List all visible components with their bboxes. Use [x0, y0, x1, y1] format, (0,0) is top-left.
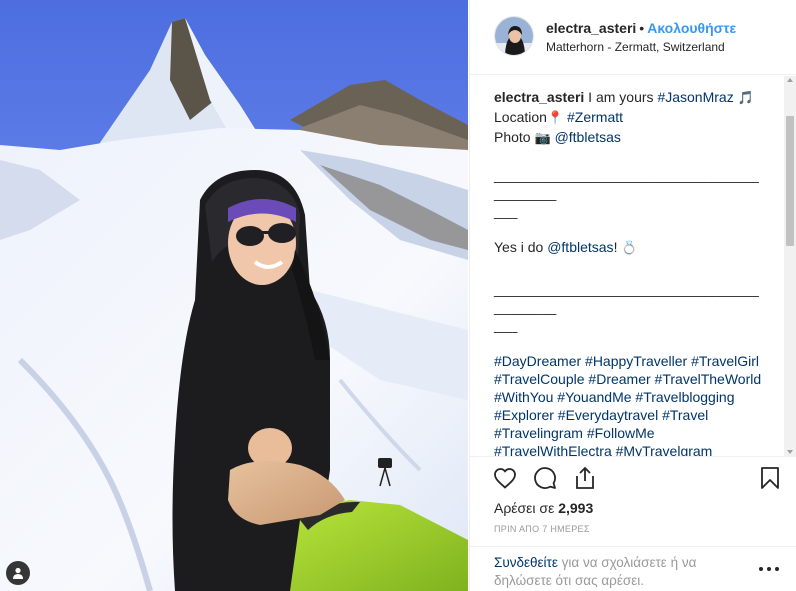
divider-line: ________________________________________… [494, 167, 759, 201]
more-options-button[interactable] [759, 564, 779, 574]
post-actions: Αρέσει σε 2,993 ΠΡΙΝ ΑΠΟ 7 ΗΜΕΡΕΣ [470, 456, 796, 546]
pin-icon: 📍 [546, 111, 564, 126]
divider-line-tail: ___ [494, 203, 518, 219]
mention-link[interactable]: @ftbletsas [547, 239, 613, 255]
caption-text: I am yours [584, 89, 658, 105]
comments-area[interactable]: electra_asteri I am yours #JasonMraz 🎵 L… [470, 76, 796, 456]
likes-number: 2,993 [558, 500, 594, 516]
scroll-down-arrow-icon[interactable] [787, 450, 793, 454]
likes-prefix: Αρέσει σε [494, 500, 559, 516]
divider-line: ________________________________________… [494, 281, 759, 315]
mention-link[interactable]: @ftbletsas [555, 129, 621, 145]
location-link[interactable]: Matterhorn - Zermatt, Switzerland [546, 40, 725, 54]
hashtag-list[interactable]: #DayDreamer #HappyTraveller #TravelGirl … [494, 352, 764, 456]
like-button[interactable] [492, 465, 518, 491]
hashtag-link[interactable]: #JasonMraz [657, 89, 733, 105]
caption-text: Yes i do [494, 239, 548, 255]
post-timestamp[interactable]: ΠΡΙΝ ΑΠΟ 7 ΗΜΕΡΕΣ [494, 524, 590, 534]
save-button[interactable] [757, 465, 783, 491]
camera-icon: 📷 [534, 131, 551, 146]
comments-scrollbar[interactable] [784, 76, 796, 456]
caption-text: Photo [494, 129, 535, 145]
avatar-image [495, 17, 533, 55]
heart-icon [494, 468, 516, 489]
login-prompt: Συνδεθείτε για να σχολιάσετε ή να δηλώσε… [470, 546, 796, 591]
user-tags-button[interactable] [6, 561, 30, 585]
matterhorn-couple-photo [0, 0, 468, 591]
post-side-panel: electra_asteri • Ακολουθήστε Matterhorn - … [469, 0, 796, 591]
share-icon [576, 466, 594, 489]
caption-text: ! [613, 239, 618, 255]
post-photo[interactable] [0, 0, 468, 591]
login-link[interactable]: Συνδεθείτε [494, 555, 558, 570]
person-icon [13, 567, 23, 579]
separator-dot: • [639, 20, 645, 36]
ring-icon: 💍 [621, 241, 638, 256]
scroll-thumb[interactable] [786, 116, 794, 246]
avatar[interactable] [494, 16, 534, 56]
comment-icon [534, 467, 556, 489]
hashtag-link[interactable]: #Zermatt [567, 109, 623, 125]
post-author-username[interactable]: electra_asteri [546, 20, 636, 36]
likes-count[interactable]: Αρέσει σε 2,993 [494, 500, 593, 516]
divider-line-tail: ___ [494, 317, 518, 333]
comment-button[interactable] [532, 465, 558, 491]
share-button[interactable] [572, 465, 598, 491]
scroll-up-arrow-icon[interactable] [787, 78, 793, 82]
music-note-icon: 🎵 [737, 91, 754, 106]
more-options-icon [759, 567, 763, 571]
caption-text: Location [494, 109, 547, 125]
follow-button[interactable]: Ακολουθήστε [647, 20, 736, 36]
caption-username[interactable]: electra_asteri [494, 89, 584, 105]
post-header: electra_asteri • Ακολουθήστε Matterhorn - … [470, 0, 796, 75]
post-caption: electra_asteri I am yours #JasonMraz 🎵 L… [494, 88, 764, 456]
bookmark-icon [761, 467, 779, 489]
